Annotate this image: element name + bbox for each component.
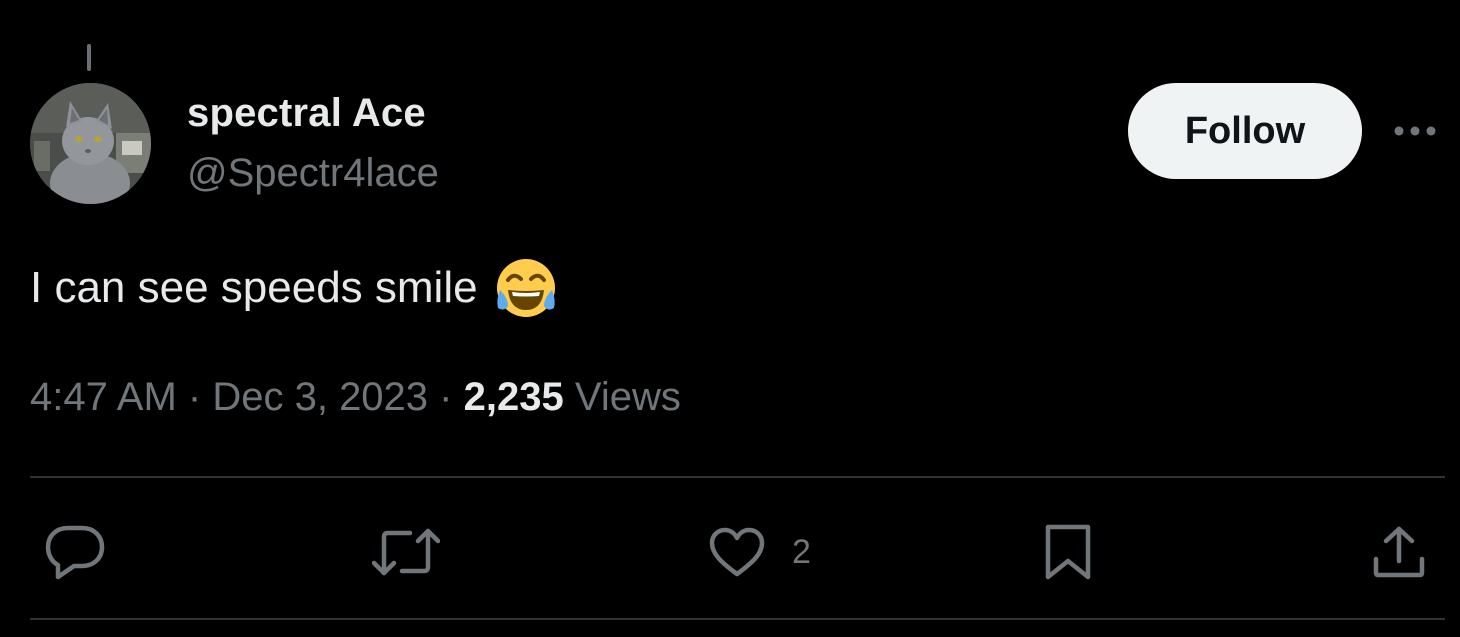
thread-connector-line [87, 44, 91, 71]
bookmark-icon [1045, 524, 1091, 580]
top-divider [30, 476, 1445, 478]
share-icon [1373, 526, 1425, 578]
avatar[interactable] [30, 83, 151, 204]
cat-avatar-image [30, 83, 151, 204]
tweet-date[interactable]: Dec 3, 2023 [212, 375, 428, 419]
retweet-button[interactable] [372, 522, 440, 582]
tweet-text: I can see speeds smile [30, 263, 478, 312]
meta-separator: · [187, 375, 202, 419]
more-horizontal-icon [1394, 126, 1436, 136]
bottom-divider [30, 618, 1445, 620]
like-count: 2 [792, 532, 811, 571]
follow-button[interactable]: Follow [1128, 83, 1362, 179]
share-button[interactable] [1372, 522, 1426, 582]
like-button[interactable]: 2 [708, 522, 811, 582]
more-options-button[interactable] [1390, 113, 1440, 149]
reply-button[interactable] [44, 522, 106, 582]
views-label: Views [574, 375, 681, 419]
author-display-name[interactable]: spectral Ace [187, 91, 426, 136]
views-count[interactable]: 2,235 [464, 375, 564, 419]
tweet-body: I can see speeds smile [30, 256, 558, 320]
heart-icon [709, 527, 765, 577]
retweet-icon [372, 528, 440, 576]
tears-of-joy-emoji [496, 259, 555, 317]
tweet-meta: 4:47 AM · Dec 3, 2023 · 2,235 Views [30, 375, 681, 420]
tweet-time[interactable]: 4:47 AM [30, 375, 177, 419]
bookmark-button[interactable] [1044, 522, 1092, 582]
reply-icon [45, 525, 105, 580]
meta-separator: · [439, 375, 453, 419]
author-handle[interactable]: @Spectr4lace [187, 151, 439, 196]
